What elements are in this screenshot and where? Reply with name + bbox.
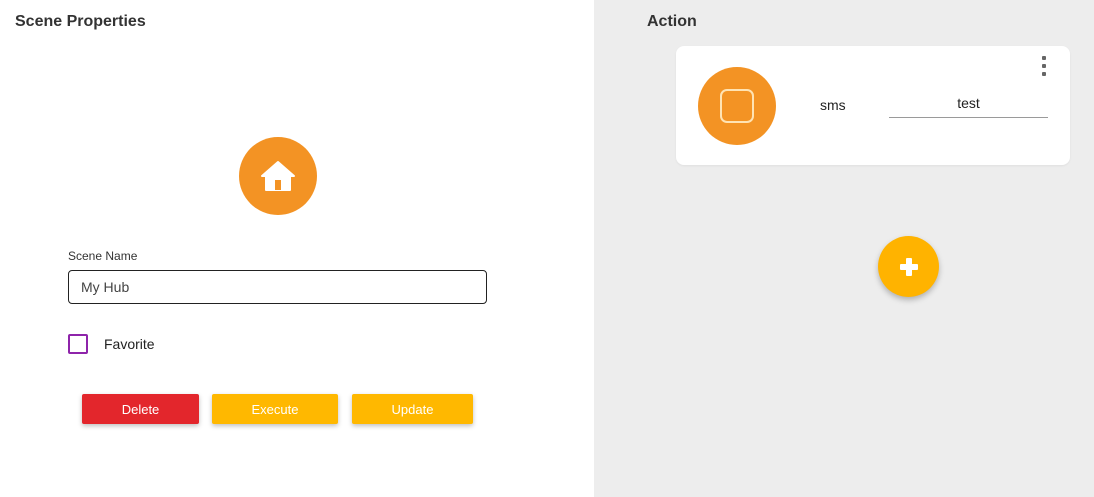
home-icon [261, 161, 295, 191]
scene-name-input[interactable] [68, 270, 487, 304]
favorite-checkbox[interactable] [68, 334, 88, 354]
plus-icon [899, 257, 918, 276]
scene-editor: Scene Properties Scene Name Favorite Del… [0, 0, 1094, 497]
menu-dot [1042, 56, 1046, 60]
add-action-button[interactable] [878, 236, 939, 297]
action-value-field[interactable]: test [889, 94, 1048, 118]
action-card: sms test [676, 46, 1070, 165]
square-icon [720, 89, 754, 123]
execute-button[interactable]: Execute [212, 394, 338, 424]
scene-properties-panel: Scene Properties Scene Name Favorite Del… [0, 0, 594, 497]
update-button[interactable]: Update [352, 394, 473, 424]
scene-properties-title: Scene Properties [15, 13, 146, 30]
action-type-label: sms [820, 97, 846, 113]
action-panel: Action sms test [594, 0, 1094, 497]
action-title: Action [647, 13, 697, 30]
more-vert-icon[interactable] [1040, 56, 1048, 76]
delete-button[interactable]: Delete [82, 394, 199, 424]
menu-dot [1042, 64, 1046, 68]
scene-icon-button[interactable] [239, 137, 317, 215]
action-icon-button[interactable] [698, 67, 776, 145]
scene-name-label: Scene Name [68, 249, 138, 263]
favorite-label: Favorite [104, 336, 155, 352]
menu-dot [1042, 72, 1046, 76]
